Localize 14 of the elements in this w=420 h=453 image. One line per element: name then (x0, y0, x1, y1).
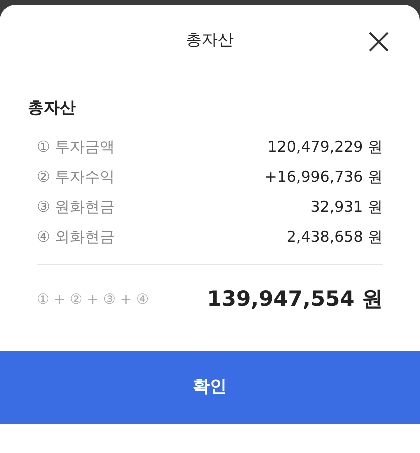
row-label: ① 투자금액 (37, 136, 116, 158)
row-label: ② 투자수익 (37, 166, 116, 188)
row-amount: 2,438,658 원 (286, 226, 383, 248)
row-label: ③ 원화현금 (37, 196, 116, 218)
total-amount: 139,947,554 원 (207, 286, 383, 314)
sheet-title: 총자산 (186, 29, 234, 51)
row-amount: 120,479,229 원 (268, 136, 383, 158)
row-amount: +16,996,736 원 (264, 166, 383, 188)
section-heading: 총자산 (28, 98, 76, 117)
row-label: ④ 외화현금 (37, 226, 116, 248)
close-icon (368, 30, 390, 53)
total-formula: ① + ② + ③ + ④ (37, 290, 150, 310)
confirm-button[interactable]: 확인 (0, 351, 420, 424)
row-amount: 32,931 원 (310, 196, 383, 218)
